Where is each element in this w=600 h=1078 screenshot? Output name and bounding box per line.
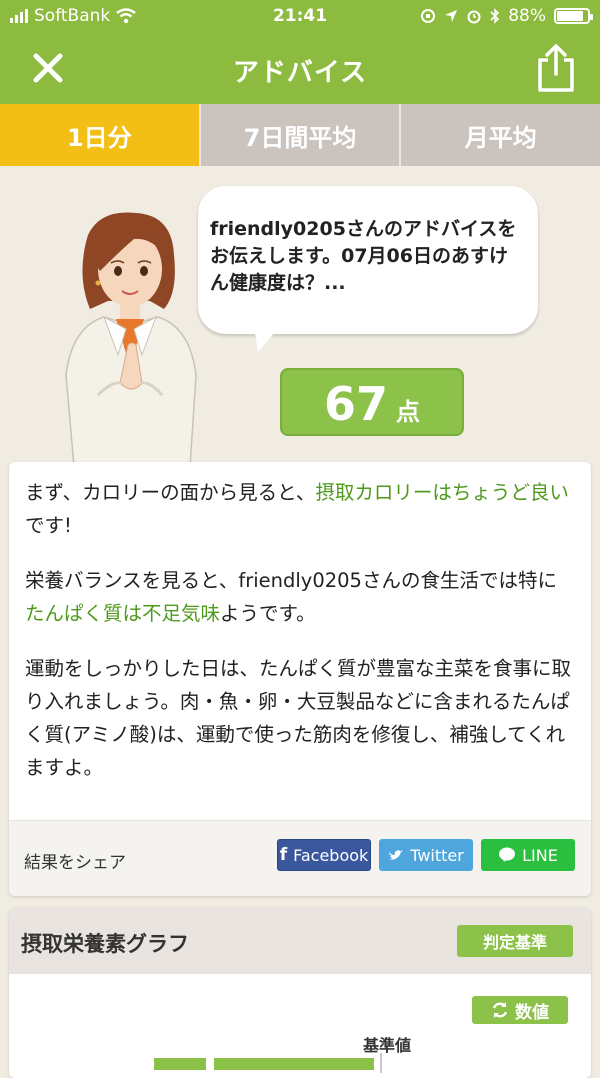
nutrient-graph-title: 摂取栄養素グラフ <box>21 932 189 956</box>
bluetooth-icon <box>490 8 500 24</box>
top-bar: SoftBank 21:41 88% アドバイス <box>0 0 600 104</box>
share-label: 結果をシェア <box>24 853 126 873</box>
nutrient-bar <box>214 1058 374 1070</box>
advice-text: 栄養バランスを見ると、friendly0205さんの食生活では特に <box>25 569 557 592</box>
score-value: 67 <box>323 377 388 431</box>
facebook-icon: f <box>279 845 288 865</box>
period-tabs: 1日分 7日間平均 月平均 <box>0 104 600 166</box>
health-score-badge: 67 点 <box>280 368 464 436</box>
advice-text: です! <box>25 514 72 537</box>
battery-percent: 88% <box>508 6 546 26</box>
nutrient-bar <box>154 1058 206 1070</box>
advice-body: まず、カロリーの面から見ると、摂取カロリーはちょうど良いです! 栄養バランスを見… <box>9 462 591 784</box>
status-right: 88% <box>420 6 593 26</box>
refresh-icon <box>492 1002 508 1018</box>
bubble-text: friendly0205さんのアドバイスをお伝えします。07月06日のあすけん健… <box>210 218 517 294</box>
facebook-label: Facebook <box>293 845 369 865</box>
nutrient-graph-card: 摂取栄養素グラフ 判定基準 数値 基準値 <box>9 908 591 1078</box>
criteria-button[interactable]: 判定基準 <box>457 925 573 957</box>
tab-7day-average[interactable]: 7日間平均 <box>200 104 402 166</box>
twitter-bird-icon <box>389 849 404 860</box>
line-label: LINE <box>522 845 558 865</box>
facebook-share-button[interactable]: f Facebook <box>277 839 371 871</box>
tab-monthly-average[interactable]: 月平均 <box>401 104 600 166</box>
advice-highlight: たんぱく質は不足気味 <box>25 602 221 625</box>
tab-1day[interactable]: 1日分 <box>0 104 201 166</box>
advice-text: ようです。 <box>220 602 316 625</box>
share-icon[interactable] <box>534 42 578 94</box>
reference-line <box>380 1053 382 1073</box>
alarm-icon <box>467 10 481 24</box>
nutrient-graph-header: 摂取栄養素グラフ 判定基準 <box>9 908 591 974</box>
status-bar: SoftBank 21:41 88% <box>0 0 600 34</box>
nav-bar: アドバイス <box>0 34 600 104</box>
advice-paragraph-exercise: 運動をしっかりした日は、たんぱく質が豊富な主菜を食事に取り入れましょう。肉・魚・… <box>25 657 572 779</box>
twitter-label: Twitter <box>410 845 464 865</box>
advisor-illustration <box>65 212 197 467</box>
advice-highlight: 摂取カロリーはちょうど良い <box>315 481 569 504</box>
share-row: 結果をシェア f Facebook Twitter LINE <box>9 820 591 896</box>
battery-icon <box>554 8 593 24</box>
advice-text: まず、カロリーの面から見ると、 <box>25 481 316 504</box>
line-share-button[interactable]: LINE <box>481 839 575 871</box>
advice-card: まず、カロリーの面から見ると、摂取カロリーはちょうど良いです! 栄養バランスを見… <box>9 462 591 896</box>
line-chat-icon <box>499 847 516 862</box>
location-icon <box>445 10 458 22</box>
reference-value-label: 基準値 <box>363 1036 412 1055</box>
advice-speech-bubble: friendly0205さんのアドバイスをお伝えします。07月06日のあすけん健… <box>198 186 538 334</box>
bubble-tail <box>254 326 280 352</box>
rotation-lock-icon <box>421 9 436 23</box>
show-values-label: 数値 <box>515 1002 549 1023</box>
show-values-button[interactable]: 数値 <box>472 996 568 1024</box>
advice-paragraph-calorie: まず、カロリーの面から見ると、摂取カロリーはちょうど良いです! <box>25 476 575 542</box>
advice-paragraph-balance: 栄養バランスを見ると、friendly0205さんの食生活では特にたんぱく質は不… <box>25 564 575 630</box>
page-title: アドバイス <box>232 58 368 88</box>
twitter-share-button[interactable]: Twitter <box>379 839 473 871</box>
score-unit: 点 <box>396 398 420 426</box>
